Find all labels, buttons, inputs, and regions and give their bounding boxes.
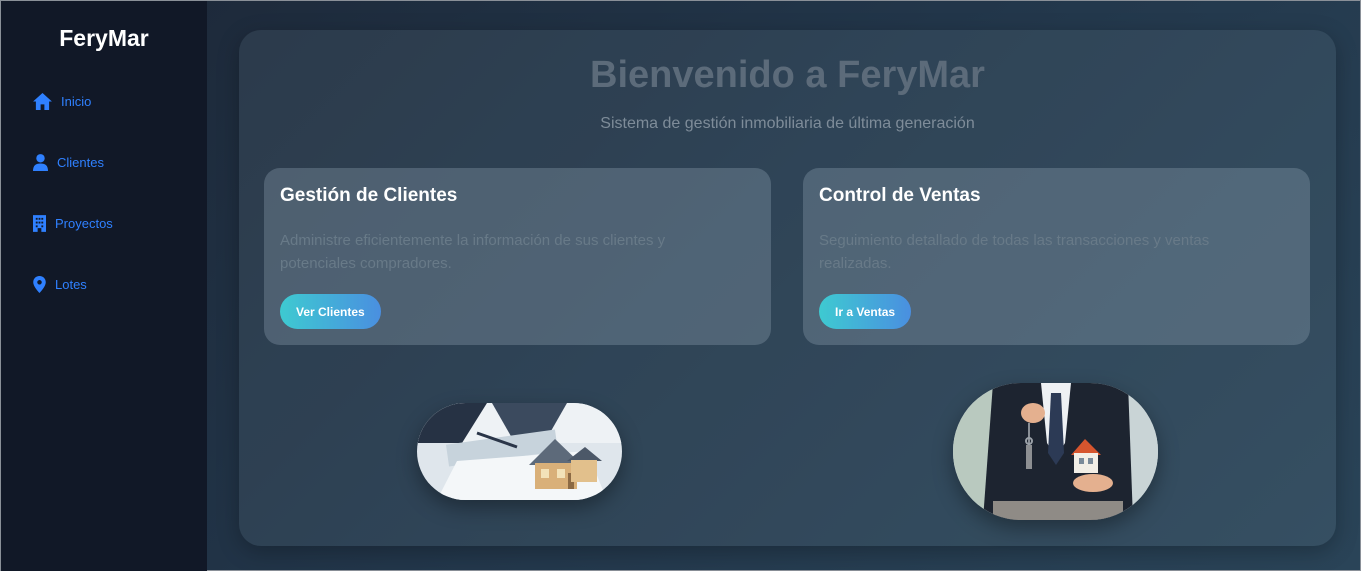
ver-clientes-button[interactable]: Ver Clientes (280, 294, 381, 329)
page-title: Bienvenido a FeryMar (590, 54, 985, 96)
keys-businessman-illustration (953, 383, 1158, 520)
sidebar-item-proyectos[interactable]: Proyectos (33, 215, 113, 232)
card-description: Seguimiento detallado de todas las trans… (819, 232, 1210, 272)
sidebar-item-label: Proyectos (55, 216, 113, 231)
page-subtitle: Sistema de gestión inmobiliaria de últim… (600, 115, 975, 132)
sidebar-item-clientes[interactable]: Clientes (33, 154, 104, 171)
sidebar: FeryMar Inicio Clientes Proyectos Lotes (1, 1, 207, 571)
welcome-panel: Bienvenido a FeryMar Sistema de gestión … (239, 30, 1336, 546)
card-title: Gestión de Clientes (280, 185, 458, 206)
sidebar-item-inicio[interactable]: Inicio (33, 93, 91, 110)
building-icon (33, 215, 46, 232)
map-pin-icon (33, 276, 46, 293)
home-icon (33, 93, 52, 110)
card-clientes: Gestión de Clientes Administre eficiente… (264, 168, 771, 345)
sidebar-item-label: Clientes (57, 155, 104, 170)
sidebar-item-label: Lotes (55, 277, 87, 292)
card-description: Administre eficientemente la información… (280, 232, 666, 272)
sidebar-item-label: Inicio (61, 94, 92, 109)
user-icon (33, 154, 48, 171)
house-contract-image (417, 403, 622, 500)
ir-a-ventas-button[interactable]: Ir a Ventas (819, 294, 912, 329)
house-contract-illustration (417, 403, 622, 500)
brand-logo[interactable]: FeryMar (1, 25, 207, 52)
card-ventas: Control de Ventas Seguimiento detallado … (803, 168, 1310, 345)
card-title: Control de Ventas (819, 185, 981, 206)
sidebar-item-lotes[interactable]: Lotes (33, 276, 87, 293)
keys-businessman-image (953, 383, 1158, 520)
